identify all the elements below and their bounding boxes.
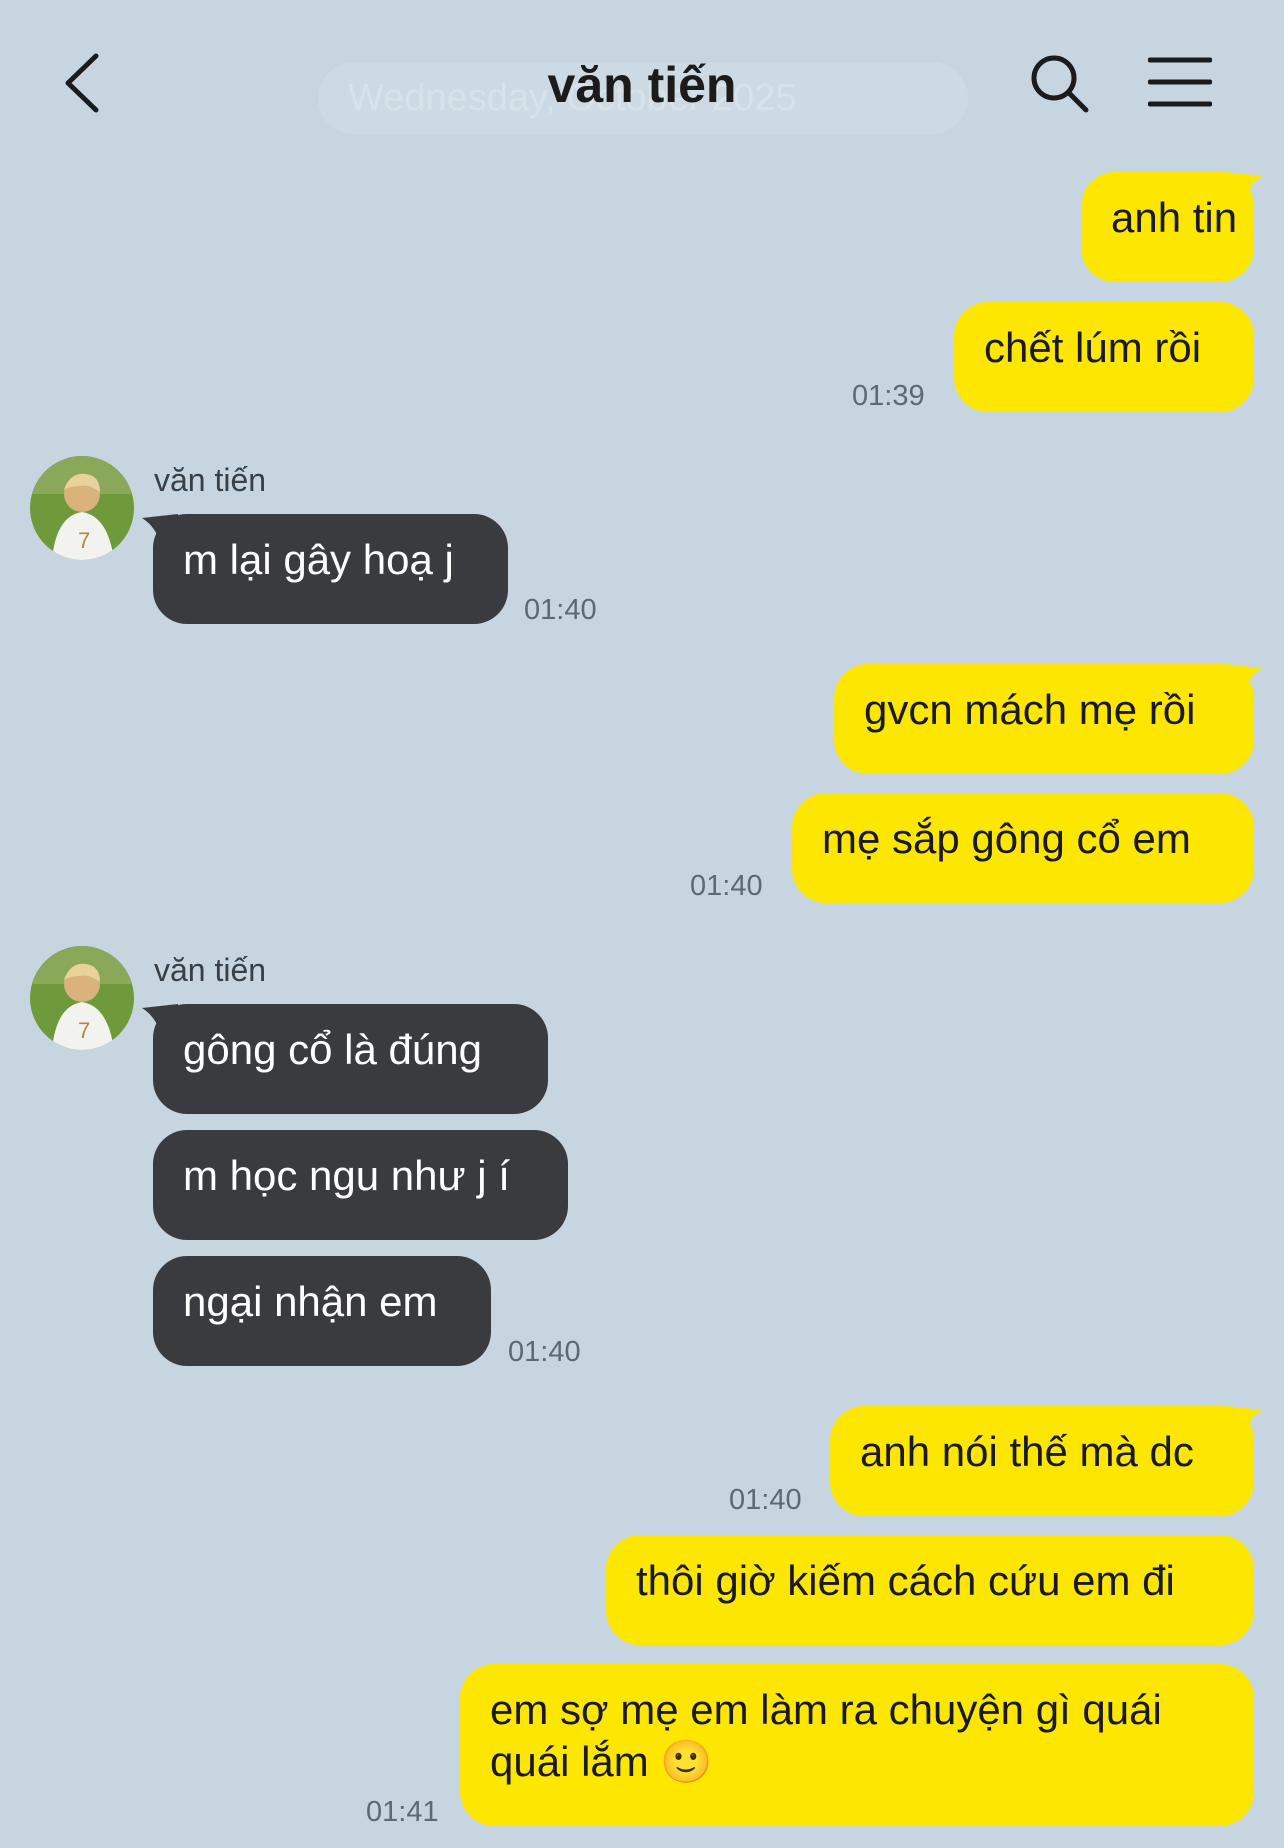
message-text: anh tin [1111, 194, 1238, 241]
hamburger-menu-icon [1147, 57, 1213, 107]
outgoing-message[interactable]: chết lúm rồi [954, 302, 1254, 412]
message-time: 01:40 [729, 1484, 802, 1516]
message-text: chết lúm rồi [984, 324, 1202, 371]
contact-avatar[interactable]: 7 [30, 456, 134, 560]
message-text: ngại nhận em [183, 1278, 438, 1325]
svg-text:7: 7 [78, 528, 90, 553]
search-button[interactable] [1028, 52, 1092, 116]
message-text-line: quái lắm 🙂 [490, 1738, 713, 1785]
incoming-message[interactable]: ngại nhận em [153, 1256, 491, 1366]
avatar-photo: 7 [30, 946, 134, 1050]
message-text: gông cổ là đúng [183, 1026, 482, 1073]
message-time: 01:40 [524, 594, 597, 626]
sender-name: văn tiến [154, 462, 267, 498]
sender-name: văn tiến [154, 952, 267, 988]
outgoing-message[interactable]: gvcn mách mẹ rồi [834, 664, 1254, 774]
message-time: 01:40 [690, 870, 763, 902]
incoming-message[interactable]: m lại gây hoạ j [153, 514, 508, 624]
svg-text:7: 7 [78, 1018, 90, 1043]
contact-avatar[interactable]: 7 [30, 946, 134, 1050]
bubble-tail [1226, 1406, 1262, 1442]
bubble-tail [1226, 664, 1262, 700]
message-text: m học ngu như j í [183, 1152, 510, 1199]
avatar-photo: 7 [30, 456, 134, 560]
incoming-message[interactable]: m học ngu như j í [153, 1130, 568, 1240]
message-time: 01:41 [366, 1796, 439, 1828]
outgoing-message[interactable]: thôi giờ kiếm cách cứu em đi [606, 1535, 1254, 1645]
outgoing-message[interactable]: anh nói thế mà dc [830, 1406, 1254, 1516]
outgoing-message[interactable]: em sợ mẹ em làm ra chuyện gì quái quái l… [460, 1664, 1254, 1826]
message-text: thôi giờ kiếm cách cứu em đi [636, 1557, 1175, 1604]
message-time: 01:40 [508, 1336, 581, 1368]
search-icon [1031, 55, 1089, 113]
message-text: m lại gây hoạ j [183, 536, 454, 583]
message-text-line: em sợ mẹ em làm ra chuyện gì quái [490, 1686, 1162, 1733]
message-time: 01:39 [852, 380, 925, 412]
bubble-tail [1226, 172, 1262, 208]
message-text: gvcn mách mẹ rồi [864, 686, 1196, 733]
message-text: anh nói thế mà dc [860, 1428, 1194, 1475]
menu-button[interactable] [1147, 56, 1213, 108]
message-text: mẹ sắp gông cổ em [822, 815, 1191, 862]
incoming-message[interactable]: gông cổ là đúng [153, 1004, 548, 1114]
chat-header: Wednesday, October 2025 văn tiến [0, 0, 1284, 170]
outgoing-message[interactable]: mẹ sắp gông cổ em [792, 793, 1254, 903]
